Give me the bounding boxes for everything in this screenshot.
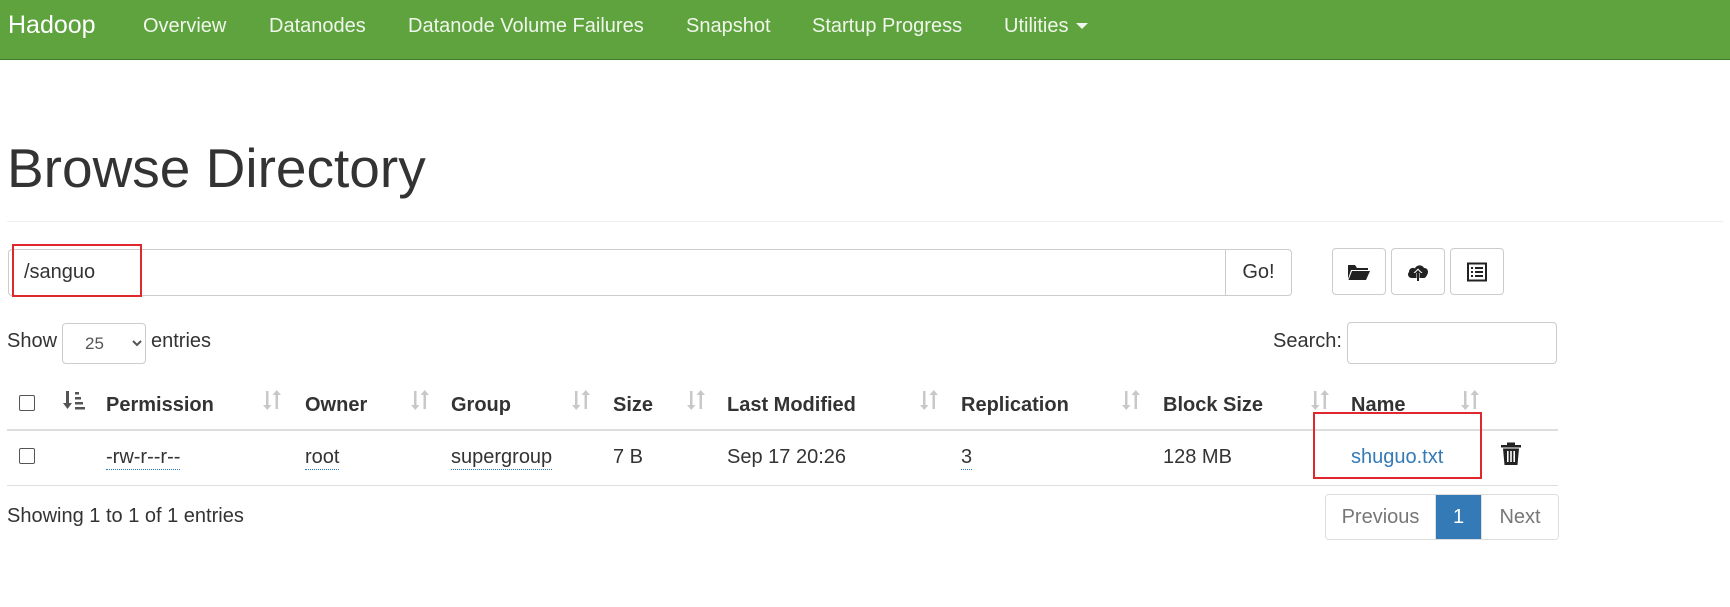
sort-icon-group[interactable] — [572, 389, 590, 411]
pagination: Previous 1 Next — [1325, 494, 1559, 540]
page-length-select[interactable]: 25 — [62, 323, 146, 364]
title-divider — [7, 221, 1723, 222]
trash-icon[interactable] — [1500, 442, 1522, 466]
col-header-group[interactable]: Group — [451, 394, 511, 417]
page-title: Browse Directory — [7, 137, 426, 199]
top-navbar: Hadoop Overview Datanodes Datanode Volum… — [0, 0, 1730, 60]
search-label: Search: — [1273, 330, 1342, 352]
sort-icon-owner[interactable] — [411, 389, 429, 411]
go-button[interactable]: Go! — [1225, 249, 1292, 296]
col-header-block-size[interactable]: Block Size — [1163, 394, 1263, 417]
previous-page-button[interactable]: Previous — [1326, 495, 1436, 539]
cell-permission[interactable]: -rw-r--r-- — [106, 446, 181, 470]
upload-file-button[interactable] — [1391, 248, 1445, 295]
sort-icon-block-size[interactable] — [1311, 389, 1329, 411]
next-page-button[interactable]: Next — [1481, 495, 1558, 539]
nav-datanodes[interactable]: Datanodes — [269, 15, 366, 38]
cell-block-size: 128 MB — [1163, 446, 1232, 468]
sort-icon-name[interactable] — [1461, 389, 1479, 411]
nav-datanode-volume-failures[interactable]: Datanode Volume Failures — [408, 15, 644, 38]
table-row-divider — [7, 485, 1558, 486]
nav-utilities-label: Utilities — [1004, 15, 1069, 37]
list-icon — [1467, 262, 1487, 281]
cell-owner[interactable]: root — [305, 446, 340, 470]
table-header-divider — [7, 429, 1558, 431]
cell-group[interactable]: supergroup — [451, 446, 553, 470]
nav-snapshot[interactable]: Snapshot — [686, 15, 771, 38]
create-directory-button[interactable] — [1332, 248, 1386, 295]
show-label: Show — [7, 330, 58, 352]
brand-logo[interactable]: Hadoop — [8, 11, 96, 40]
page-1-button[interactable]: 1 — [1436, 495, 1481, 539]
upload-cloud-icon — [1408, 264, 1428, 281]
col-header-last-modified[interactable]: Last Modified — [727, 394, 856, 417]
nav-overview[interactable]: Overview — [143, 15, 226, 38]
file-name-link[interactable]: shuguo.txt — [1351, 446, 1443, 469]
nav-startup-progress[interactable]: Startup Progress — [812, 15, 962, 38]
directory-path-input[interactable] — [8, 249, 1226, 296]
folder-open-icon — [1348, 264, 1370, 280]
col-header-owner[interactable]: Owner — [305, 394, 367, 417]
cell-replication[interactable]: 3 — [961, 446, 973, 470]
nav-utilities-dropdown[interactable]: Utilities — [1004, 15, 1089, 38]
row-checkbox[interactable] — [19, 448, 35, 464]
col-header-size[interactable]: Size — [613, 394, 653, 417]
entries-label: entries — [151, 330, 212, 352]
table-info: Showing 1 to 1 of 1 entries — [7, 505, 244, 527]
sort-amount-asc-icon[interactable] — [63, 389, 85, 411]
search-input[interactable] — [1347, 322, 1557, 364]
cut-paste-list-button[interactable] — [1450, 248, 1504, 295]
cell-last-modified: Sep 17 20:26 — [727, 446, 846, 468]
col-header-permission[interactable]: Permission — [106, 394, 214, 417]
sort-icon-size[interactable] — [687, 389, 705, 411]
col-header-name[interactable]: Name — [1351, 394, 1405, 417]
cell-size: 7 B — [613, 446, 644, 468]
select-all-checkbox[interactable] — [19, 395, 35, 411]
caret-down-icon — [1076, 22, 1089, 29]
sort-icon-permission[interactable] — [263, 389, 281, 411]
sort-icon-replication[interactable] — [1122, 389, 1140, 411]
col-header-replication[interactable]: Replication — [961, 394, 1069, 417]
sort-icon-last-modified[interactable] — [920, 389, 938, 411]
